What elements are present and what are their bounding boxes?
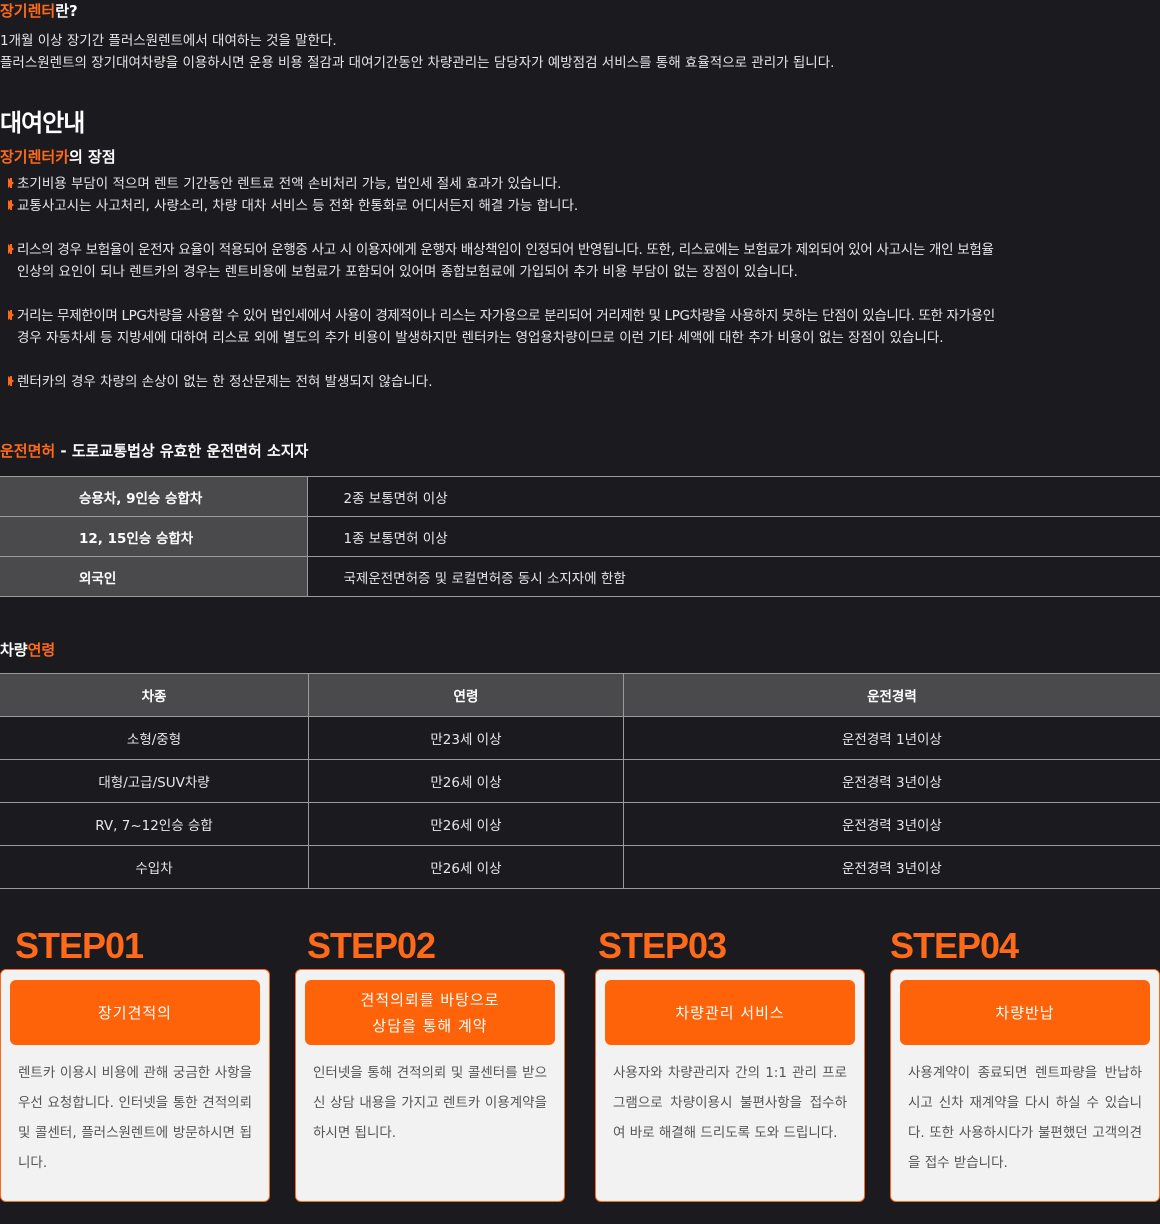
intro-title-accent: 장기렌터 [0,2,56,20]
intro-line-2: 플러스원렌트의 장기대여차량을 이용하시면 운용 비용 절감과 대여기간동안 차… [0,55,835,71]
step-2-button[interactable]: 견적의뢰를 바탕으로 상담을 통해 계약 [305,980,555,1045]
step-card-1: 장기견적의 렌트카 이용시 비용에 관해 궁금한 사항을 우선 요청합니다. 인… [0,969,270,1202]
step-2-button-label-line1: 견적의뢰를 바탕으로 [360,990,500,1009]
step-3-button-label: 차량관리 서비스 [675,1003,785,1022]
step-4-button-label: 차량반납 [995,1003,1055,1022]
advantage-text-cont: 인상의 요인이 되나 렌트카의 경우는 렌트비용에 보험료가 포함되어 있어며 … [17,264,798,280]
cell-experience: 운전경력 1년이상 [622,716,1160,760]
license-req: 1종 보통면허 이상 [307,516,1160,557]
license-type: 12, 15인승 승합차 [0,516,308,557]
cell-age: 만26세 이상 [308,845,624,889]
arrow-bullet-icon [8,244,14,254]
cell-experience: 운전경력 3년이상 [622,802,1160,846]
step-2-button-label-line2: 상담을 통해 계약 [372,1016,488,1035]
header-age: 연령 [308,673,624,717]
step-1-button-label: 장기견적의 [97,1003,172,1022]
advantage-title-accent: 장기렌터카 [0,148,70,166]
table-header-row: 차종 연령 운전경력 [0,673,1160,717]
guide-title: 대여안내 [0,109,85,137]
step-label-2: STEP02 [307,925,436,966]
license-title-accent: 운전면허 [0,442,56,460]
advantage-text: 초기비용 부담이 적으며 렌트 기간동안 렌트료 전액 손비처리 가능, 법인세… [17,176,562,192]
age-table: 차종 연령 운전경력 소형/중형 만23세 이상 운전경력 1년이상 대형/고급… [0,673,1160,889]
step-label-3: STEP03 [598,925,727,966]
table-row: 대형/고급/SUV차량 만26세 이상 운전경력 3년이상 [0,759,1160,803]
license-type: 외국인 [0,556,308,597]
cell-age: 만26세 이상 [308,759,624,803]
license-req: 2종 보통면허 이상 [307,476,1160,517]
step-card-3: 차량관리 서비스 사용자와 차량관리자 간의 1:1 관리 프로그램으로 차량이… [595,969,865,1202]
arrow-bullet-icon [8,376,14,386]
license-title: 운전면허 - 도로교통법상 유효한 운전면허 소지자 [0,440,308,461]
step-4-button[interactable]: 차량반납 [900,980,1150,1045]
advantage-text-cont: 경우 자동차세 등 지방세에 대하여 리스료 외에 별도의 추가 비용이 발생하… [17,330,944,346]
table-row: 12, 15인승 승합차 1종 보통면허 이상 [0,516,1160,557]
age-title-accent: 연령 [27,641,56,659]
license-type: 승용차, 9인승 승합차 [0,476,308,517]
intro-line-1: 1개월 이상 장기간 플러스원렌트에서 대여하는 것을 말한다. [0,33,337,49]
step-card-2: 견적의뢰를 바탕으로 상담을 통해 계약 인터넷을 통해 견적의뢰 및 콜센터를… [295,969,565,1202]
table-row: 승용차, 9인승 승합차 2종 보통면허 이상 [0,476,1160,517]
table-row: 소형/중형 만23세 이상 운전경력 1년이상 [0,716,1160,760]
table-row: 외국인 국제운전면허증 및 로컬면허증 동시 소지자에 한함 [0,556,1160,597]
header-experience: 운전경력 [622,673,1160,717]
license-req: 국제운전면허증 및 로컬면허증 동시 소지자에 한함 [307,556,1160,597]
step-label-1: STEP01 [15,925,144,966]
advantage-text: 리스의 경우 보험율이 운전자 요율이 적용되어 운행중 사고 시 이용자에게 … [17,242,994,258]
license-table: 승용차, 9인승 승합차 2종 보통면허 이상 12, 15인승 승합차 1종 … [0,476,1160,597]
cell-experience: 운전경력 3년이상 [622,845,1160,889]
step-2-description: 인터넷을 통해 견적의뢰 및 콜센터를 받으신 상담 내용을 가지고 렌트카 이… [313,1065,547,1141]
advantage-text: 거리는 무제한이며 LPG차량을 사용할 수 있어 법인세에서 사용이 경제적이… [17,308,995,324]
step-1-button[interactable]: 장기견적의 [10,980,260,1045]
step-3-button[interactable]: 차량관리 서비스 [605,980,855,1045]
step-1-description: 렌트카 이용시 비용에 관해 궁금한 사항을 우선 요청합니다. 인터넷을 통한… [18,1065,252,1171]
age-title: 차량연령 [0,639,55,660]
cell-car-type: 소형/중형 [0,716,309,760]
table-row: RV, 7~12인승 승합 만26세 이상 운전경력 3년이상 [0,802,1160,846]
cell-car-type: RV, 7~12인승 승합 [0,802,309,846]
cell-age: 만23세 이상 [308,716,624,760]
step-4-description: 사용계약이 종료되면 렌트파량을 반납하시고 신차 재계약을 다시 하실 수 있… [908,1065,1142,1171]
arrow-bullet-icon [8,200,14,210]
table-row: 수입차 만26세 이상 운전경력 3년이상 [0,845,1160,889]
intro-title: 장기렌터란? [0,0,78,21]
arrow-bullet-icon [8,178,14,188]
license-title-rest: - 도로교통법상 유효한 운전면허 소지자 [55,442,309,460]
cell-car-type: 대형/고급/SUV차량 [0,759,309,803]
age-title-plain: 차량 [0,641,28,659]
advantage-text: 렌터카의 경우 차량의 손상이 없는 한 정산문제는 전혀 발생되지 않습니다. [17,374,433,390]
intro-title-rest: 란? [55,2,78,20]
advantage-text: 교통사고시는 사고처리, 사량소리, 차량 대차 서비스 등 전화 한통화로 어… [17,198,579,214]
step-label-4: STEP04 [890,925,1019,966]
cell-age: 만26세 이상 [308,802,624,846]
cell-car-type: 수입차 [0,845,309,889]
step-card-4: 차량반납 사용계약이 종료되면 렌트파량을 반납하시고 신차 재계약을 다시 하… [890,969,1160,1202]
arrow-bullet-icon [8,310,14,320]
advantage-title-rest: 의 장점 [69,148,116,166]
step-3-description: 사용자와 차량관리자 간의 1:1 관리 프로그램으로 차량이용시 불편사항을 … [613,1065,847,1141]
header-car-type: 차종 [0,673,309,717]
cell-experience: 운전경력 3년이상 [622,759,1160,803]
advantage-title: 장기렌터카의 장점 [0,146,116,167]
